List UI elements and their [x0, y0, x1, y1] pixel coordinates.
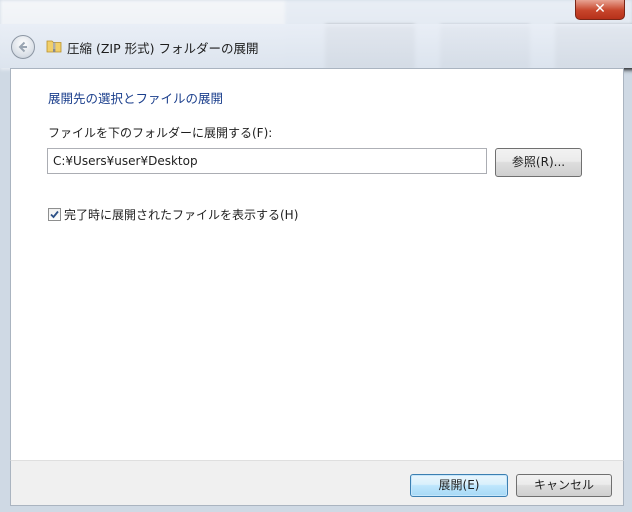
- window-close-button[interactable]: ✕: [575, 0, 625, 20]
- dialog-title: 圧縮 (ZIP 形式) フォルダーの展開: [67, 41, 259, 56]
- checkmark-icon: [50, 210, 59, 219]
- show-files-option[interactable]: 完了時に展開されたファイルを表示する(H): [48, 206, 298, 223]
- show-files-label: 完了時に展開されたファイルを表示する(H): [64, 208, 299, 222]
- back-arrow-icon: [18, 41, 27, 53]
- page-heading: 展開先の選択とファイルの展開: [48, 91, 224, 106]
- zip-folder-icon: [46, 40, 62, 53]
- extract-button[interactable]: 展開(E): [410, 474, 508, 497]
- cancel-button[interactable]: キャンセル: [516, 474, 612, 497]
- dialog-footer: 展開(E) キャンセル: [10, 460, 624, 506]
- dialog-titlebar: 圧縮 (ZIP 形式) フォルダーの展開: [0, 24, 632, 68]
- browse-button[interactable]: 参照(R)...: [495, 148, 582, 177]
- show-files-checkbox[interactable]: [48, 208, 61, 221]
- destination-path-input[interactable]: C:¥Users¥user¥Desktop: [47, 148, 487, 174]
- close-icon: ✕: [594, 1, 606, 17]
- dialog-content: 展開先の選択とファイルの展開 ファイルを下のフォルダーに展開する(F): C:¥…: [10, 68, 624, 460]
- back-button[interactable]: [11, 35, 35, 59]
- destination-label: ファイルを下のフォルダーに展開する(F):: [48, 126, 273, 140]
- window-frame-bottom: [0, 506, 632, 512]
